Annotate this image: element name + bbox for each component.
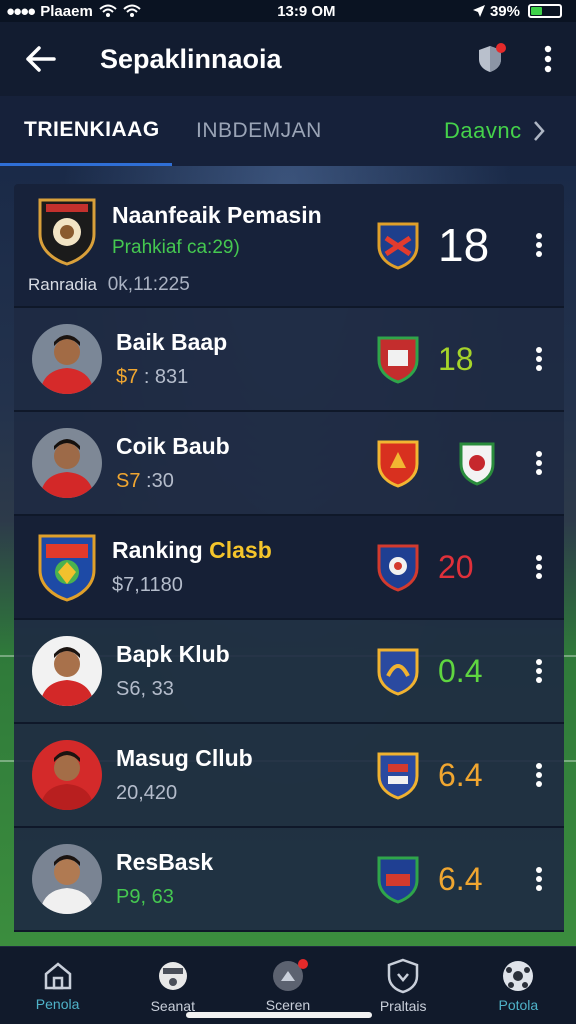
notification-button[interactable] [460,29,520,89]
item-score: 20 [438,548,474,585]
featured-subtitle: Prahkiaf ca:29) [112,236,240,258]
item-subtitle: 20,420 [116,782,178,804]
opponent-crest-icon [459,442,495,486]
kebab-menu-icon [536,555,542,579]
item-score: 6.4 [438,756,483,793]
home-indicator [186,1012,372,1018]
carrier-label: Plaaem [40,2,93,20]
team-badge-icon [377,752,419,800]
item-score-crest [438,440,520,486]
location-arrow-icon [472,5,485,17]
team-badge-icon [377,336,419,384]
list-item[interactable]: Masug Cllub 20,420 6.4 [14,724,564,828]
list-item[interactable]: Bapk Klub S6, 33 0.4 [14,620,564,724]
team-badge-icon [377,544,419,592]
featured-footer-label: Ranradia [28,275,97,294]
player-avatar [32,428,102,498]
player-avatar [32,740,102,810]
clock: 13:9 OM [277,2,336,20]
tab-more-link[interactable]: Daavnc [422,96,522,166]
item-name: ResBask [116,849,214,875]
list-item[interactable]: Coik Baub S7 :30 [14,412,564,516]
back-button[interactable] [0,22,80,96]
tab-next-button[interactable] [522,96,556,166]
nav-label: Sceren [265,996,311,1013]
nav-item-ball[interactable]: Potola [461,947,576,1024]
list-item[interactable]: ResBask P9, 63 6.4 [14,828,564,932]
player-avatar [32,324,102,394]
arrow-left-icon [26,46,56,72]
player-avatar [32,636,102,706]
item-name: Ranking Clasb [112,537,272,563]
item-score: 18 [438,340,474,377]
list-item[interactable]: Baik Baap $7 : 831 18 [14,308,564,412]
kebab-menu-icon [536,659,542,683]
item-subtitle: S6, 33 [116,678,174,700]
ranking-list: Naanfeaik Pemasin Prahkiaf ca:29) Ranrad… [14,184,564,932]
team-badge-icon [377,440,419,488]
kebab-menu-icon [536,347,542,371]
tab-bar: TRIENKIAAG INBDEMJAN Daavnc [0,96,576,166]
wifi-icon [99,4,117,17]
item-subtitle: $7 : 831 [116,366,189,388]
tab-ranking[interactable]: TRIENKIAAG [0,96,172,166]
item-subtitle: P9, 63 [116,886,174,908]
featured-footer: Ranradia 0k,11:225 [28,274,190,296]
kebab-menu-icon [544,45,552,73]
notification-dot [496,43,506,53]
notification-dot [297,959,308,969]
more-options-button[interactable] [520,29,576,89]
nav-label: Penola [35,995,80,1012]
featured-footer-value: 0k,11:225 [107,274,190,295]
item-score: 0.4 [438,652,483,689]
team-badge-icon [377,856,419,904]
app-bar: Sepaklinnaoia [0,22,576,96]
item-menu-button[interactable] [520,339,558,379]
nav-item-home[interactable]: Penola [0,947,115,1024]
item-name: Baik Baap [116,329,228,355]
kebab-menu-icon [536,233,542,257]
item-menu-button[interactable] [520,651,558,691]
item-menu-button[interactable] [520,443,558,483]
team-badge-icon [377,648,419,696]
item-menu-button[interactable] [520,859,558,899]
tab-second[interactable]: INBDEMJAN [172,96,422,166]
item-menu-button[interactable] [520,547,558,587]
shield-icon [387,958,419,993]
signal-icon: ●●●● [6,2,36,20]
home-icon [44,961,71,989]
battery-icon [528,4,562,18]
whistle-icon [158,961,187,990]
featured-title: Naanfeaik Pemasin [112,201,322,228]
list-item-featured[interactable]: Naanfeaik Pemasin Prahkiaf ca:29) Ranrad… [14,184,564,308]
kebab-menu-icon [536,451,542,475]
kebab-menu-icon [536,763,542,787]
player-avatar [32,844,102,914]
item-name: Masug Cllub [116,745,253,771]
chevron-right-icon [534,121,545,141]
item-menu-button[interactable] [520,755,558,795]
item-menu-button[interactable] [520,225,558,265]
list-item[interactable]: Ranking Clasb $7,1180 20 [14,516,564,620]
page-title: Sepaklinnaoia [100,43,282,74]
item-score: 6.4 [438,860,483,897]
club-crest-icon [38,534,96,602]
featured-score: 18 [438,219,490,271]
battery-percent: 39% [489,2,520,20]
soccer-ball-icon [503,960,534,991]
nav-label: Potola [498,996,539,1013]
item-name: Coik Baub [116,433,230,459]
kebab-menu-icon [536,867,542,891]
item-name: Bapk Klub [116,641,230,667]
status-bar: ●●●● Plaaem 13:9 OM 39% [0,0,576,22]
team-badge-icon [377,222,419,270]
nav-label: Praltais [379,997,427,1014]
item-subtitle: S7 :30 [116,470,174,492]
wifi-icon-secondary [123,4,141,17]
club-crest-icon [38,198,96,266]
item-subtitle: $7,1180 [112,574,183,596]
